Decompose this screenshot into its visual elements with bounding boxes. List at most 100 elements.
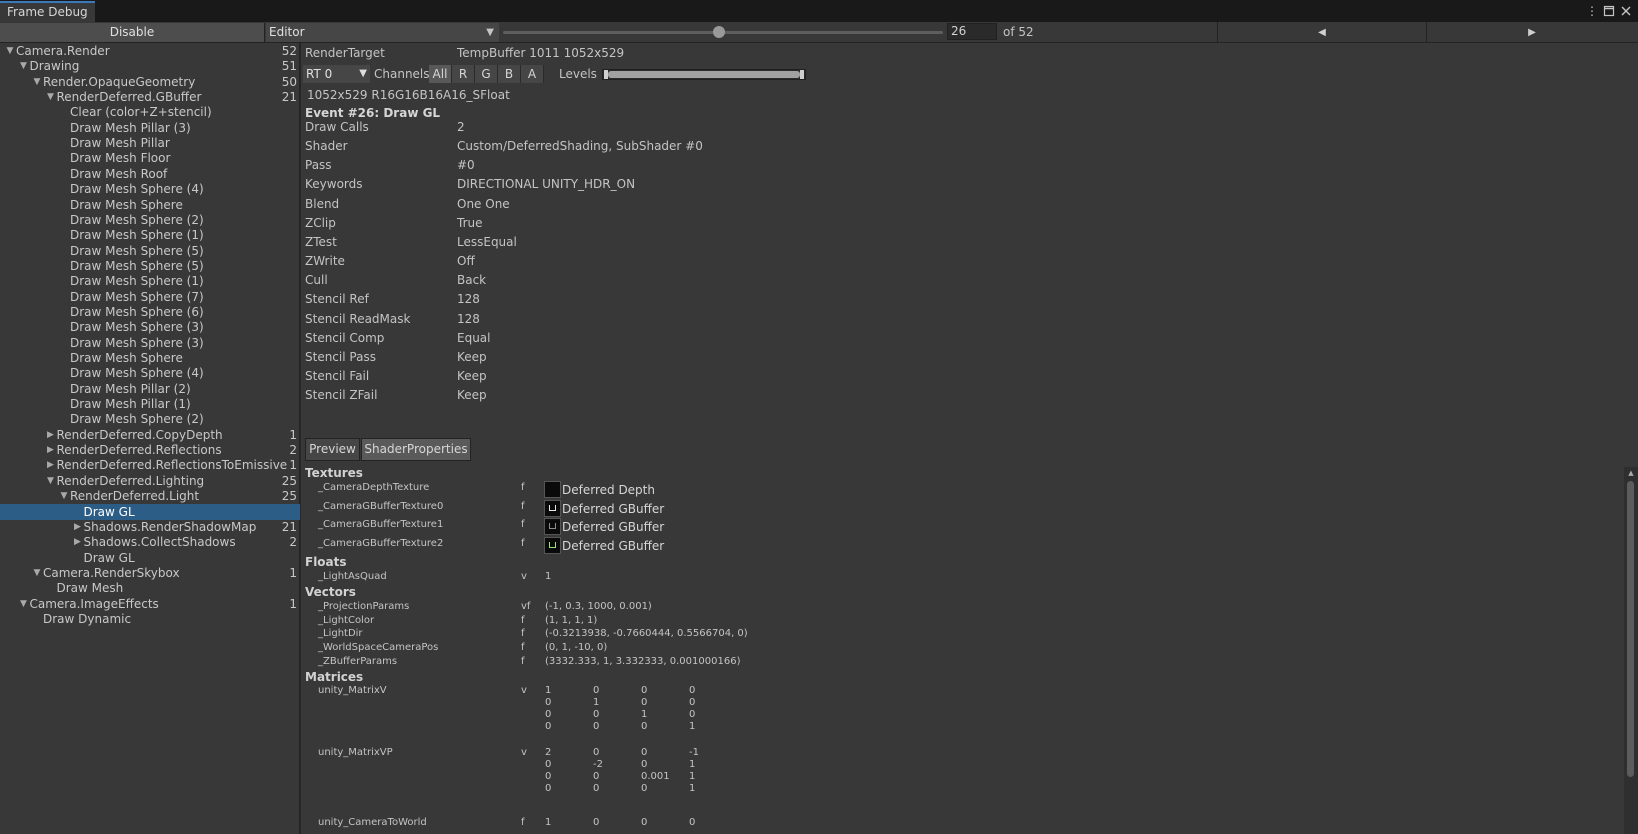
event-number-field[interactable]: 26 [947, 23, 997, 40]
scroll-up-icon[interactable]: ▲ [1624, 467, 1638, 479]
channel-a-button[interactable]: A [521, 65, 544, 83]
tree-item[interactable]: ▼ Camera.RenderSkybox 1 [0, 565, 300, 581]
tree-item[interactable]: Draw Mesh Pillar (1) [0, 396, 300, 412]
tree-item[interactable]: Draw Mesh Sphere (3) [0, 319, 300, 335]
tree-item[interactable]: Draw Mesh Sphere (4) [0, 365, 300, 381]
tree-item[interactable]: ▶ RenderDeferred.Reflections 2 [0, 442, 300, 458]
tree-item[interactable]: ▶ RenderDeferred.CopyDepth 1 [0, 427, 300, 443]
previous-event-button[interactable]: ◀ [1217, 22, 1427, 43]
more-vert-icon[interactable]: ⋮ [1584, 3, 1600, 19]
expanded-arrow-icon[interactable]: ▼ [18, 596, 30, 612]
matrix-cell: 0 [641, 759, 648, 770]
scrollbar-thumb[interactable] [1627, 481, 1634, 777]
tree-item-label: Draw Mesh Sphere (4) [70, 182, 204, 197]
tree-item[interactable]: Draw Mesh Sphere (4) [0, 181, 300, 197]
next-event-button[interactable]: ▶ [1427, 22, 1637, 43]
tree-item[interactable]: Draw Mesh Sphere [0, 350, 300, 366]
collapsed-arrow-icon[interactable]: ▶ [45, 427, 57, 443]
tree-item[interactable]: ▶ RenderDeferred.ReflectionsToEmissive 1 [0, 457, 300, 473]
tree-item[interactable]: ▼ RenderDeferred.Light 25 [0, 488, 300, 504]
collapsed-arrow-icon[interactable]: ▶ [72, 534, 84, 550]
texture-thumbnail[interactable] [544, 536, 561, 554]
tree-item[interactable]: Draw Mesh Sphere [0, 197, 300, 213]
tree-item[interactable]: Draw Dynamic [0, 611, 300, 627]
tree-item[interactable]: Draw Mesh [0, 580, 300, 596]
matrix-type: v [521, 747, 527, 758]
expanded-arrow-icon[interactable]: ▼ [18, 58, 30, 74]
tree-item[interactable]: ▼ Render.OpaqueGeometry 50 [0, 74, 300, 90]
texture-value: Deferred GBuffer [562, 520, 665, 534]
channel-all-button[interactable]: All [429, 65, 452, 83]
property-label: Stencil Fail [305, 368, 370, 383]
maximize-icon[interactable] [1601, 3, 1617, 19]
tree-item-label: Draw Mesh Sphere (3) [70, 320, 204, 335]
channel-g-button[interactable]: G [475, 65, 498, 83]
tree-item[interactable]: ▼ RenderDeferred.GBuffer 21 [0, 89, 300, 105]
tab-preview[interactable]: Preview [305, 438, 360, 461]
tree-item[interactable]: Draw Mesh Sphere (7) [0, 289, 300, 305]
collapsed-arrow-icon[interactable]: ▶ [45, 457, 57, 473]
tree-item[interactable]: ▶ Shadows.RenderShadowMap 21 [0, 519, 300, 535]
tree-item-label: Draw Mesh Sphere (5) [70, 243, 204, 258]
channel-r-button[interactable]: R [452, 65, 475, 83]
tree-item[interactable]: Draw Mesh Pillar (2) [0, 381, 300, 397]
tree-item[interactable]: ▼ Camera.ImageEffects 1 [0, 596, 300, 612]
levels-min-handle[interactable] [604, 70, 608, 79]
matrix-cell: 0 [689, 817, 696, 828]
vertical-scrollbar[interactable]: ▲ [1624, 467, 1638, 834]
event-slider-thumb[interactable] [713, 26, 725, 38]
tree-item[interactable]: ▼ Drawing 51 [0, 58, 300, 74]
tree-item[interactable]: Draw Mesh Pillar (3) [0, 120, 300, 136]
collapsed-arrow-icon[interactable]: ▶ [72, 519, 84, 535]
tree-item[interactable]: ▼ Camera.Render 52 [0, 43, 300, 59]
texture-thumbnail[interactable] [544, 481, 561, 498]
disable-button[interactable]: Disable [0, 23, 265, 42]
tree-item[interactable]: Draw Mesh Sphere (1) [0, 273, 300, 289]
tab-shader-properties[interactable]: ShaderProperties [361, 438, 471, 461]
tree-item[interactable]: Draw Mesh Sphere (5) [0, 258, 300, 274]
frame-debug-tab[interactable]: Frame Debug [0, 1, 95, 22]
tree-item[interactable]: Draw GL [0, 503, 300, 520]
expanded-arrow-icon[interactable]: ▼ [31, 74, 43, 90]
tree-item[interactable]: Draw Mesh Pillar [0, 135, 300, 151]
tree-item-label: Draw Mesh Sphere (5) [70, 258, 204, 273]
levels-range-slider[interactable] [602, 69, 806, 80]
expanded-arrow-icon[interactable]: ▼ [31, 565, 43, 581]
tree-item-label: Render.OpaqueGeometry [43, 74, 196, 89]
tree-item[interactable]: Draw Mesh Sphere (2) [0, 212, 300, 228]
tree-item[interactable]: Draw Mesh Sphere (6) [0, 304, 300, 320]
tree-item[interactable]: Draw Mesh Sphere (2) [0, 411, 300, 427]
texture-thumbnail[interactable] [544, 518, 561, 535]
property-value: 128 [457, 311, 480, 326]
expanded-arrow-icon[interactable]: ▼ [45, 89, 57, 105]
rt-dropdown[interactable]: RT 0 ▼ [303, 65, 370, 83]
tree-item[interactable]: Draw Mesh Sphere (5) [0, 243, 300, 259]
tree-item[interactable]: Draw Mesh Sphere (1) [0, 227, 300, 243]
property-label: ZClip [305, 215, 336, 230]
collapsed-arrow-icon[interactable]: ▶ [45, 442, 57, 458]
expanded-arrow-icon[interactable]: ▼ [45, 473, 57, 489]
tree-item[interactable]: Draw Mesh Floor [0, 150, 300, 166]
tree-item[interactable]: ▶ Shadows.CollectShadows 2 [0, 534, 300, 550]
tree-item[interactable]: ▼ RenderDeferred.Lighting 25 [0, 473, 300, 489]
expanded-arrow-icon[interactable]: ▼ [4, 43, 16, 59]
texture-thumbnail[interactable] [544, 499, 561, 517]
float-name: _LightAsQuad [318, 571, 387, 582]
target-dropdown[interactable]: Editor ▼ [266, 23, 499, 42]
close-icon[interactable] [1618, 3, 1634, 19]
expanded-arrow-icon[interactable]: ▼ [58, 488, 70, 504]
matrix-type: f [521, 817, 525, 828]
levels-max-handle[interactable] [800, 70, 804, 79]
tree-item[interactable]: Draw Mesh Sphere (3) [0, 335, 300, 351]
vector-value: (-1, 0.3, 1000, 0.001) [545, 601, 652, 612]
levels-label: Levels [559, 67, 597, 81]
matrix-cell: 0 [593, 721, 600, 732]
tree-item[interactable]: Draw GL [0, 550, 300, 566]
channel-b-button[interactable]: B [498, 65, 521, 83]
textures-section-title: Textures [305, 466, 363, 480]
tree-item[interactable]: Clear (color+Z+stencil) [0, 104, 300, 120]
tree-item-label: Draw GL [83, 550, 135, 565]
property-label: Keywords [305, 177, 363, 192]
tree-item[interactable]: Draw Mesh Roof [0, 166, 300, 182]
tree-item-count: 1 [289, 427, 297, 442]
